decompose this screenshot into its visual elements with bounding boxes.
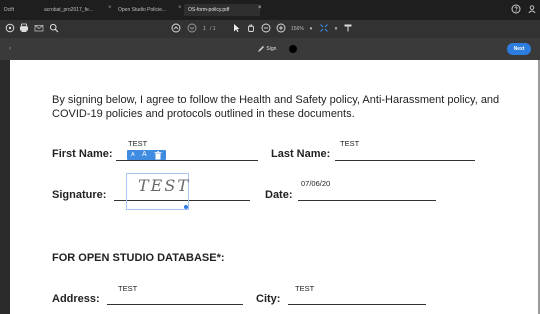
address-label: Address: <box>52 293 100 305</box>
text-format-toolbar: A A <box>127 150 166 160</box>
mail-icon[interactable] <box>33 23 45 35</box>
tab-os-form-policy[interactable]: OS-form-policy.pdf <box>184 4 260 16</box>
hand-icon[interactable] <box>245 23 257 35</box>
decrease-font-button[interactable]: A <box>131 150 135 160</box>
chevron-down-icon[interactable]: ▾ <box>330 23 342 35</box>
next-button[interactable]: Next <box>507 43 531 55</box>
city-value[interactable]: TEST <box>295 284 314 293</box>
star-icon[interactable] <box>4 23 16 35</box>
tab-dcift[interactable]: Dcift <box>4 4 14 16</box>
last-name-label: Last Name: <box>271 148 331 160</box>
zoom-level-select[interactable]: 156% <box>291 23 304 35</box>
last-name-field-line <box>335 160 475 161</box>
zoom-in-icon[interactable] <box>275 23 287 35</box>
trash-icon[interactable] <box>154 150 162 164</box>
date-field-line <box>298 200 436 201</box>
agreement-text: By signing below, I agree to follow the … <box>52 94 500 120</box>
date-value[interactable]: 07/06/20 <box>301 179 330 188</box>
tab-bar: Dcift acrobat_pro2017_fe... × Open Studi… <box>0 0 540 20</box>
sign-toolbar: ‹ Sign Next <box>0 38 540 60</box>
sign-label: Sign <box>266 46 277 52</box>
close-icon[interactable]: × <box>258 5 262 11</box>
account-icon[interactable] <box>526 4 538 16</box>
first-name-label: First Name: <box>52 148 113 160</box>
page-total: / 1 <box>210 26 216 32</box>
tab-acrobat-pro[interactable]: acrobat_pro2017_fe... <box>44 4 106 16</box>
increase-font-button[interactable]: A <box>142 150 147 160</box>
last-name-value[interactable]: TEST <box>340 139 359 148</box>
next-page-icon[interactable] <box>186 23 198 35</box>
address-field-line <box>107 304 243 305</box>
pen-icon <box>258 45 264 52</box>
search-icon[interactable] <box>48 23 60 35</box>
date-label: Date: <box>265 189 293 201</box>
cursor-icon[interactable] <box>230 23 242 35</box>
color-swatch[interactable] <box>289 45 297 53</box>
main-toolbar: 1 / 1 156% ▾ ▾ <box>0 20 540 38</box>
fit-page-icon[interactable] <box>318 23 330 35</box>
resize-handle[interactable] <box>184 205 188 209</box>
chevron-left-icon[interactable]: ‹ <box>9 46 11 52</box>
close-icon[interactable]: × <box>108 5 112 11</box>
prev-page-icon[interactable] <box>170 23 182 35</box>
print-icon[interactable] <box>18 23 30 35</box>
signature-label: Signature: <box>52 189 107 201</box>
first-name-value[interactable]: TEST <box>128 139 147 148</box>
sign-button[interactable]: Sign <box>257 43 276 55</box>
city-field-line <box>288 304 426 305</box>
tab-open-studio-policies[interactable]: Open Studio Policie... <box>118 4 174 16</box>
pdf-page: By signing below, I agree to follow the … <box>10 60 540 314</box>
city-label: City: <box>256 293 281 305</box>
first-name-field-line <box>116 160 258 161</box>
help-icon[interactable] <box>510 4 522 16</box>
page-number-input[interactable]: 1 <box>203 23 206 35</box>
zoom-out-icon[interactable] <box>260 23 272 35</box>
signature-value[interactable]: TEST <box>138 176 190 195</box>
acrobat-window: Dcift acrobat_pro2017_fe... × Open Studi… <box>0 0 540 314</box>
database-heading: FOR OPEN STUDIO DATABASE*: <box>52 252 225 264</box>
close-icon[interactable]: × <box>178 5 182 11</box>
comment-tool-icon[interactable] <box>342 23 354 35</box>
chevron-down-icon[interactable]: ▾ <box>305 23 317 35</box>
address-value[interactable]: TEST <box>118 284 137 293</box>
